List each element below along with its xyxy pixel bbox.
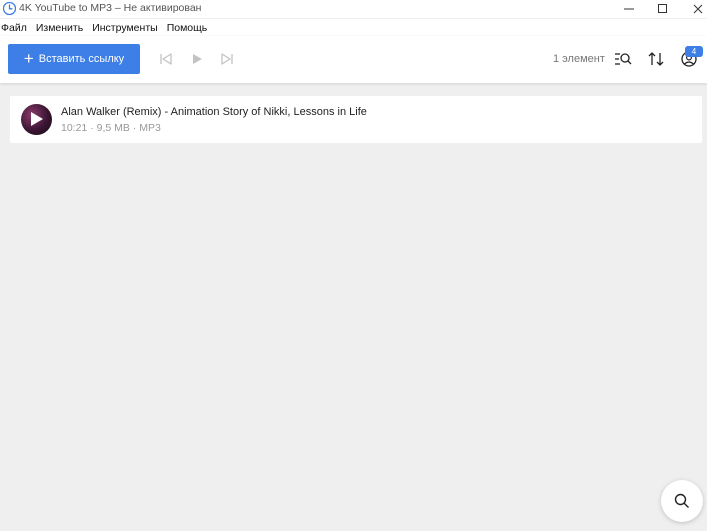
menu-bar: Файл Изменить Инструменты Помощь — [0, 19, 707, 36]
close-icon — [693, 4, 703, 14]
item-count-label: 1 элемент — [553, 53, 605, 65]
track-list: Alan Walker (Remix) - Animation Story of… — [0, 83, 707, 531]
app-logo-icon — [3, 2, 16, 15]
play-icon[interactable] — [190, 52, 204, 66]
toolbar: + Вставить ссылку 1 элемент 4 — [0, 36, 707, 83]
menu-edit[interactable]: Изменить — [34, 22, 90, 34]
search-icon — [674, 493, 689, 508]
minimize-icon — [624, 8, 634, 10]
paste-link-button[interactable]: + Вставить ссылку — [8, 44, 140, 74]
track-meta: 10:21 · 9,5 MB · MP3 — [61, 122, 161, 134]
track-title: Alan Walker (Remix) - Animation Story of… — [61, 106, 367, 118]
menu-file[interactable]: Файл — [0, 22, 34, 34]
sort-icon[interactable] — [647, 50, 665, 68]
close-button[interactable] — [681, 0, 707, 18]
previous-track-icon[interactable] — [159, 52, 173, 66]
title-bar: 4K YouTube to MP3 – Не активирован — [0, 0, 707, 18]
menu-tools[interactable]: Инструменты — [90, 22, 164, 34]
menu-help[interactable]: Помощь — [165, 22, 215, 34]
list-item[interactable]: Alan Walker (Remix) - Animation Story of… — [10, 96, 702, 143]
next-track-icon[interactable] — [220, 52, 234, 66]
window-title: 4K YouTube to MP3 – Не активирован — [19, 2, 202, 14]
plus-icon: + — [23, 48, 34, 68]
search-list-icon[interactable] — [614, 50, 632, 68]
maximize-icon — [658, 4, 667, 13]
play-icon — [31, 112, 43, 126]
minimize-button[interactable] — [612, 0, 646, 18]
maximize-button[interactable] — [646, 0, 680, 18]
app-window: 4K YouTube to MP3 – Не активирован Файл … — [0, 0, 707, 531]
notification-badge: 4 — [685, 46, 703, 57]
search-button[interactable] — [661, 480, 703, 522]
paste-link-label: Вставить ссылку — [38, 53, 125, 65]
track-thumbnail[interactable] — [21, 104, 52, 135]
